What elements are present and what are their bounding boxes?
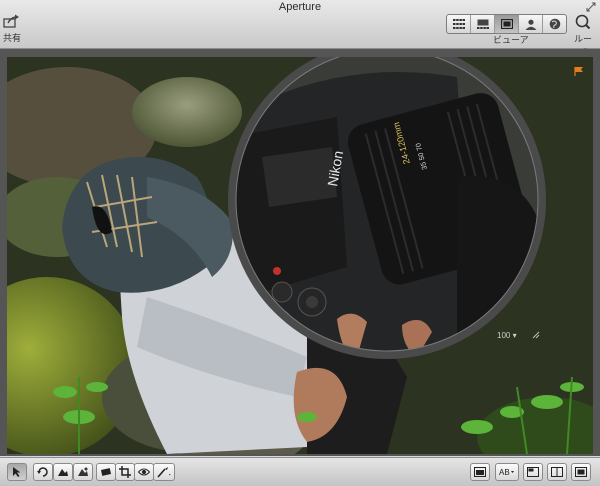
rotate-tool-button[interactable] bbox=[33, 463, 53, 481]
single-viewer-button[interactable] bbox=[470, 463, 490, 481]
multi-viewer-button[interactable]: AB bbox=[495, 463, 519, 481]
rotate-icon bbox=[37, 467, 48, 477]
select-tool-button[interactable] bbox=[7, 463, 27, 481]
split-panel-button[interactable] bbox=[547, 463, 567, 481]
globe-icon bbox=[549, 18, 560, 30]
loupe-resize-icon[interactable] bbox=[532, 331, 540, 339]
straighten-tool-button[interactable] bbox=[96, 463, 116, 481]
view-mode-split-button[interactable] bbox=[471, 15, 495, 33]
view-mode-places-button[interactable] bbox=[543, 15, 566, 33]
split-panel-icon bbox=[551, 467, 563, 477]
grid-icon bbox=[452, 19, 465, 29]
view-mode-browser-button[interactable] bbox=[447, 15, 471, 33]
crop-icon bbox=[119, 466, 131, 478]
bottom-toolbar: AB bbox=[0, 457, 600, 486]
brush-icon bbox=[157, 467, 171, 478]
stamp-icon bbox=[78, 467, 88, 476]
fullscreen-icon bbox=[575, 467, 587, 477]
view-mode-faces-button[interactable] bbox=[519, 15, 543, 33]
share-button[interactable]: 共有 bbox=[2, 14, 22, 44]
aperture-window: Aperture 共有 ビューア ルー Nikon 24-120mm 35 50… bbox=[0, 0, 600, 486]
select-icon bbox=[13, 467, 21, 477]
fullscreen-toggle-icon[interactable] bbox=[586, 2, 596, 12]
single-viewer-icon bbox=[474, 467, 486, 477]
flag-icon[interactable] bbox=[574, 66, 584, 76]
stamp-tool-button[interactable] bbox=[73, 463, 93, 481]
crop-tool-button[interactable] bbox=[115, 463, 135, 481]
loupe-icon bbox=[575, 14, 591, 30]
brush-tool-button[interactable] bbox=[153, 463, 175, 481]
photo-image: Nikon 24-120mm 35 50 70 bbox=[7, 57, 593, 454]
viewer-icon bbox=[500, 19, 513, 29]
split-view-icon bbox=[476, 19, 489, 29]
person-icon bbox=[525, 19, 536, 30]
view-mode-label: ビューア bbox=[493, 35, 529, 45]
share-label: 共有 bbox=[2, 33, 21, 43]
lift-icon bbox=[58, 469, 68, 476]
dual-panel-icon bbox=[527, 467, 539, 477]
lift-tool-button[interactable] bbox=[53, 463, 73, 481]
redeye-icon bbox=[138, 468, 150, 476]
straighten-icon bbox=[100, 468, 112, 476]
fullscreen-button[interactable] bbox=[571, 463, 591, 481]
dual-panel-button[interactable] bbox=[523, 463, 543, 481]
loupe-zoom-readout[interactable]: 100 ▾ bbox=[497, 331, 517, 340]
multi-viewer-icon: AB bbox=[499, 468, 514, 477]
window-title: Aperture bbox=[278, 1, 322, 13]
view-mode-viewer-button[interactable] bbox=[495, 15, 519, 33]
main-photo[interactable]: Nikon 24-120mm 35 50 70 100 ▾ bbox=[7, 57, 593, 454]
view-mode-segmented-control bbox=[446, 14, 567, 34]
svg-text:AB: AB bbox=[499, 468, 510, 477]
redeye-tool-button[interactable] bbox=[134, 463, 154, 481]
viewer-area[interactable]: Nikon 24-120mm 35 50 70 100 ▾ bbox=[0, 49, 600, 456]
loupe-zoom-value: 100 bbox=[497, 331, 511, 340]
toolbar: Aperture 共有 ビューア ルー bbox=[0, 0, 600, 57]
share-icon bbox=[3, 14, 19, 28]
